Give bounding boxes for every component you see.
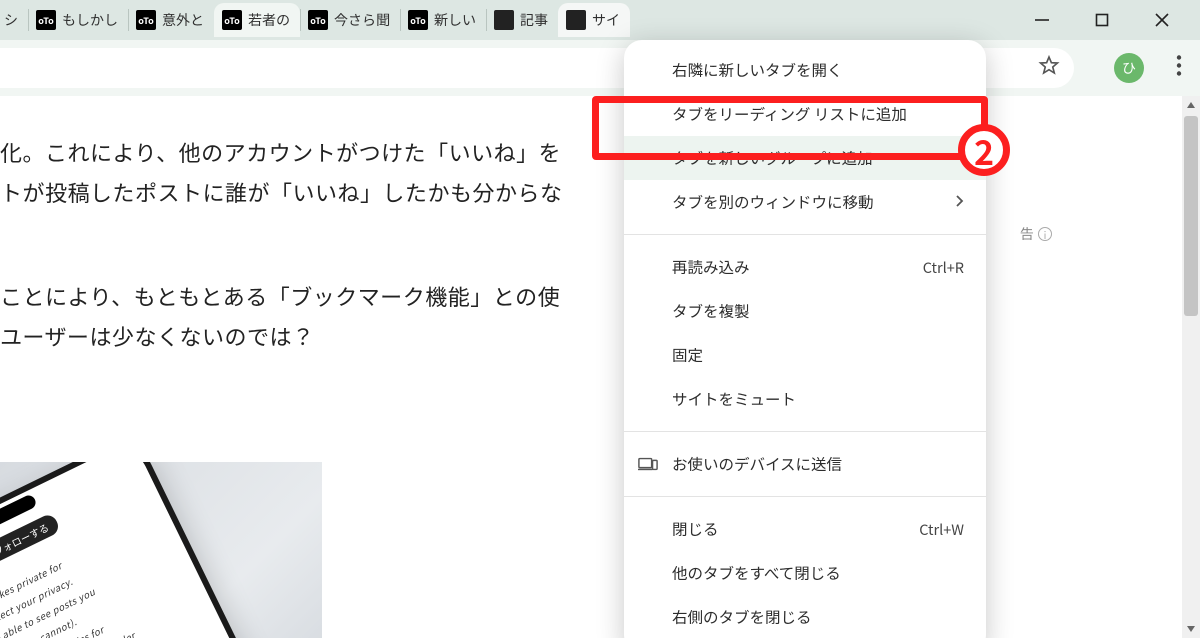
tab-title: サイ [592, 10, 620, 30]
close-button[interactable] [1152, 10, 1172, 30]
ctx-move-to-window[interactable]: タブを別のウィンドウに移動 [624, 180, 986, 224]
browser-tab[interactable]: 記事 [486, 3, 558, 37]
browser-tab[interactable]: oTo 今さら聞 [300, 3, 400, 37]
ctx-duplicate[interactable]: タブを複製 [624, 289, 986, 333]
favicon-icon [566, 10, 586, 30]
ctx-label: タブを複製 [672, 300, 750, 322]
ctx-reload[interactable]: 再読み込み Ctrl+R [624, 245, 986, 289]
tab-title: 新しい [434, 10, 476, 30]
ctx-label: 再読み込み [672, 256, 750, 278]
ctx-label: サイトをミュート [672, 388, 796, 410]
scrollbar-up-icon[interactable] [1182, 96, 1200, 114]
browser-menu-icon[interactable] [1176, 55, 1182, 82]
browser-tab[interactable]: oTo 意外と [128, 3, 214, 37]
article-image: フォローする ng ✎ X we're making Likes private… [0, 462, 322, 638]
window-controls [1008, 10, 1200, 30]
favicon-icon: oTo [36, 10, 56, 30]
tab-title: 記事 [520, 10, 548, 30]
info-icon[interactable]: i [1038, 227, 1052, 241]
ctx-label: 右隣に新しいタブを開く [672, 59, 843, 81]
tab-context-menu: 右隣に新しいタブを開く タブをリーディング リストに追加 タブを新しいグループに… [624, 40, 986, 638]
ctx-open-tab-right[interactable]: 右隣に新しいタブを開く [624, 48, 986, 92]
ctx-send-to-devices[interactable]: お使いのデバイスに送信 [624, 442, 986, 486]
ctx-label: お使いのデバイスに送信 [672, 453, 842, 475]
browser-tab[interactable]: oTo 新しい [400, 3, 486, 37]
tab-title: 意外と [162, 10, 204, 30]
tab-title: 若者の [248, 10, 290, 30]
ctx-label: タブを新しいグループに追加 [672, 147, 873, 169]
chevron-right-icon [956, 194, 964, 211]
browser-tab[interactable]: サイ [558, 3, 630, 37]
article-text: トが投稿したポストに誰が「いいね」したかも分からな [0, 172, 563, 212]
minimize-button[interactable] [1032, 10, 1052, 30]
ctx-separator [624, 431, 986, 432]
vertical-scrollbar[interactable] [1182, 96, 1200, 638]
scrollbar-thumb[interactable] [1184, 116, 1198, 316]
ctx-close-others[interactable]: 他のタブをすべて閉じる [624, 551, 986, 595]
tab-title: もしかし [62, 10, 118, 30]
article-text: 化。これにより、他のアカウントがつけた「いいね」を [0, 132, 563, 172]
browser-tab[interactable]: oTo もしかし [28, 3, 128, 37]
ctx-close-right[interactable]: 右側のタブを閉じる [624, 595, 986, 638]
ad-label: 告 i [1020, 224, 1052, 244]
ctx-close[interactable]: 閉じる Ctrl+W [624, 507, 986, 551]
avatar-initial: ひ [1122, 58, 1136, 78]
page-content: 化。これにより、他のアカウントがつけた「いいね」を トが投稿したポストに誰が「い… [0, 96, 1182, 638]
browser-tab[interactable]: oTo 若者の [214, 3, 300, 37]
article-text: ことにより、もともとある「ブックマーク機能」との使 [0, 276, 560, 316]
article-text: ユーザーは少なくないのでは？ [0, 316, 560, 356]
favicon-icon: oTo [308, 10, 328, 30]
ctx-label: 他のタブをすべて閉じる [672, 562, 841, 584]
profile-avatar[interactable]: ひ [1114, 53, 1144, 83]
ctx-shortcut: Ctrl+R [923, 257, 964, 278]
ctx-label: 閉じる [672, 518, 719, 540]
phone-body-text: ng ✎ X we're making Likes private for le… [0, 496, 236, 638]
ctx-label: タブをリーディング リストに追加 [672, 103, 907, 125]
tab-title: シ [4, 10, 18, 30]
ctx-separator [624, 234, 986, 235]
ctx-label: タブを別のウィンドウに移動 [672, 191, 874, 213]
ctx-separator [624, 496, 986, 497]
ctx-pin[interactable]: 固定 [624, 333, 986, 377]
ctx-shortcut: Ctrl+W [919, 519, 964, 540]
favicon-icon: oTo [408, 10, 428, 30]
tab-strip: シ oTo もしかし oTo 意外と oTo 若者の oTo 今さら聞 oTo … [0, 0, 1200, 40]
favicon-icon: oTo [222, 10, 242, 30]
tabs-container: シ oTo もしかし oTo 意外と oTo 若者の oTo 今さら聞 oTo … [0, 0, 1008, 40]
ctx-add-reading-list[interactable]: タブをリーディング リストに追加 [624, 92, 986, 136]
bookmark-star-icon[interactable] [1038, 55, 1060, 82]
ctx-label: 右側のタブを閉じる [672, 606, 812, 628]
favicon-icon: oTo [136, 10, 156, 30]
address-bar-area: ひ [0, 40, 1200, 96]
browser-tab[interactable]: シ [0, 3, 28, 37]
devices-icon [638, 457, 658, 471]
ctx-mute-site[interactable]: サイトをミュート [624, 377, 986, 421]
tab-title: 今さら聞 [334, 10, 390, 30]
ctx-add-to-new-group[interactable]: タブを新しいグループに追加 [624, 136, 986, 180]
favicon-icon [494, 10, 514, 30]
maximize-button[interactable] [1092, 10, 1112, 30]
ctx-label: 固定 [672, 344, 703, 366]
scrollbar-down-icon[interactable] [1182, 620, 1200, 638]
